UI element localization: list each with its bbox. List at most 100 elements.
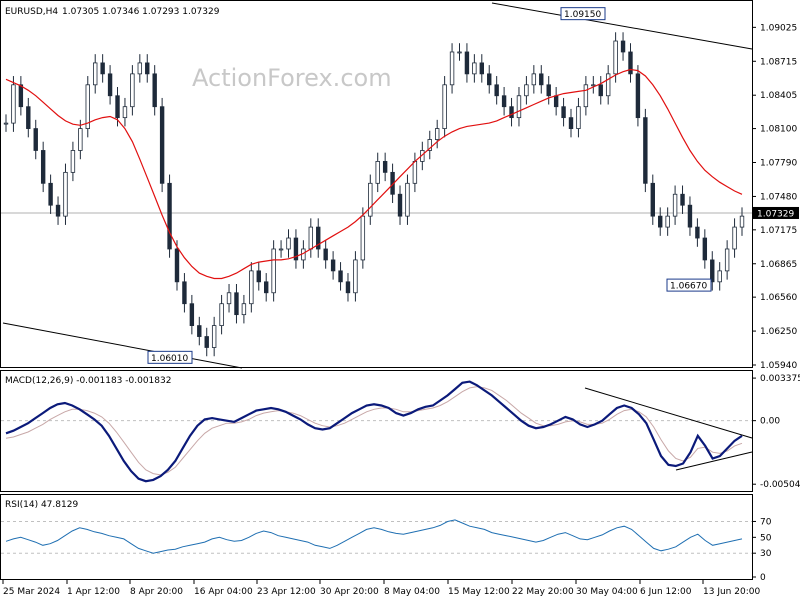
candle-body (605, 73, 611, 97)
candle-body (710, 259, 715, 283)
candle-body (434, 128, 440, 140)
price-tick-label: 1.06250 (760, 327, 797, 337)
candle-body (457, 51, 462, 54)
candle-body (3, 122, 9, 125)
candle-body (286, 237, 291, 250)
candle-body (658, 215, 663, 228)
candle-body (464, 51, 470, 75)
candle-body (55, 204, 61, 217)
time-tick-label: 6 Jun 12:00 (640, 587, 692, 597)
candle-body (130, 73, 135, 108)
candle-body (189, 303, 195, 326)
rsi-tick-label: 0 (760, 573, 766, 583)
time-tick-label: 23 Apr 12:00 (257, 587, 316, 597)
candle-body (204, 336, 209, 348)
rsi-title: RSI(14) 47.8129 (5, 500, 78, 510)
candle-body (375, 161, 380, 184)
ohlc-readout: 1.07305 1.07346 1.07293 1.07329 (62, 7, 220, 17)
candle-body (494, 84, 499, 97)
candle-body (546, 84, 551, 97)
rsi-tick-label: 50 (760, 533, 772, 543)
candle-body (360, 215, 366, 261)
candle-body (598, 84, 603, 97)
candle-body (353, 259, 358, 294)
candle-body (107, 73, 113, 97)
candle-body (643, 117, 648, 184)
candle-body (197, 325, 202, 337)
candle-body (345, 281, 351, 294)
candle-body (501, 95, 507, 108)
candle-body (219, 303, 224, 326)
candle-body (26, 106, 31, 129)
candle-body (524, 84, 529, 97)
time-tick-label: 8 Apr 20:00 (130, 587, 183, 597)
candle-body (516, 95, 522, 119)
candle-body (211, 325, 217, 348)
candle-body (568, 117, 574, 129)
candle-body (680, 193, 685, 206)
candle-body (531, 73, 537, 86)
candle-body (449, 51, 455, 86)
time-tick-label: 25 Mar 2024 (3, 587, 60, 597)
time-tick-label: 30 May 04:00 (576, 587, 638, 597)
rsi-tick-label: 30 (760, 549, 772, 559)
candle-body (442, 84, 447, 129)
candle-body (628, 51, 633, 75)
price-tick-label: 1.08405 (760, 91, 797, 101)
candle-body (137, 62, 143, 75)
price-tick-label: 1.06865 (760, 260, 797, 270)
candle-body (278, 248, 284, 251)
price-tick-label: 1.08715 (760, 57, 797, 67)
candle-body (256, 270, 261, 283)
candle-body (576, 106, 581, 129)
time-tick-label: 16 Apr 04:00 (194, 587, 253, 597)
candle-body (11, 84, 16, 124)
candle-body (412, 161, 418, 184)
candle-body (323, 248, 328, 261)
candle-body (33, 128, 38, 151)
candle-body (561, 106, 566, 119)
candle-body (78, 128, 83, 151)
candle-body (100, 62, 105, 75)
price-annotation-label: 1.06010 (151, 354, 188, 364)
time-tick-label: 15 May 12:00 (448, 587, 510, 597)
candle-body (18, 84, 24, 108)
candle-body (479, 62, 484, 75)
chart-canvas: ActionForex.com 1.09150 1.06670 1.06010 1.… (0, 0, 800, 597)
price-annotation-label: 1.09150 (564, 10, 601, 20)
candle-body (382, 161, 388, 173)
candle-body (330, 259, 336, 272)
price-tick-label: 1.06560 (760, 293, 797, 303)
macd-tick-label: 0.00 (760, 417, 780, 427)
candle-body (115, 95, 120, 119)
candle-body (635, 73, 641, 119)
price-tick-label: 1.05940 (760, 361, 797, 371)
candle-body (152, 73, 157, 108)
candle-body (234, 292, 239, 316)
candle-body (695, 226, 700, 239)
candle-body (472, 62, 477, 75)
candle-body (271, 248, 276, 294)
candle-body (308, 226, 314, 250)
candle-body (167, 182, 172, 250)
candle-body (182, 281, 187, 305)
candle-body (717, 270, 722, 283)
time-tick-label: 13 Jun 20:00 (703, 587, 760, 597)
watermark: ActionForex.com (192, 64, 392, 92)
candle-body (509, 106, 514, 119)
price-annotation-label: 1.06670 (670, 282, 707, 292)
candle-body (145, 62, 150, 75)
candle-body (620, 40, 626, 53)
candle-body (613, 40, 618, 75)
candle-body (122, 106, 128, 119)
candle-body (732, 226, 737, 250)
candle-body (241, 303, 247, 316)
price-tick-label: 1.07480 (760, 192, 797, 202)
candle-body (48, 182, 53, 206)
candle-body (264, 281, 269, 294)
time-tick-label: 8 May 04:00 (384, 587, 440, 597)
candle-body (539, 73, 544, 86)
macd-title: MACD(12,26,9) -0.001183 -0.001832 (5, 376, 171, 386)
candle-body (368, 182, 373, 217)
candle-body (487, 73, 492, 86)
